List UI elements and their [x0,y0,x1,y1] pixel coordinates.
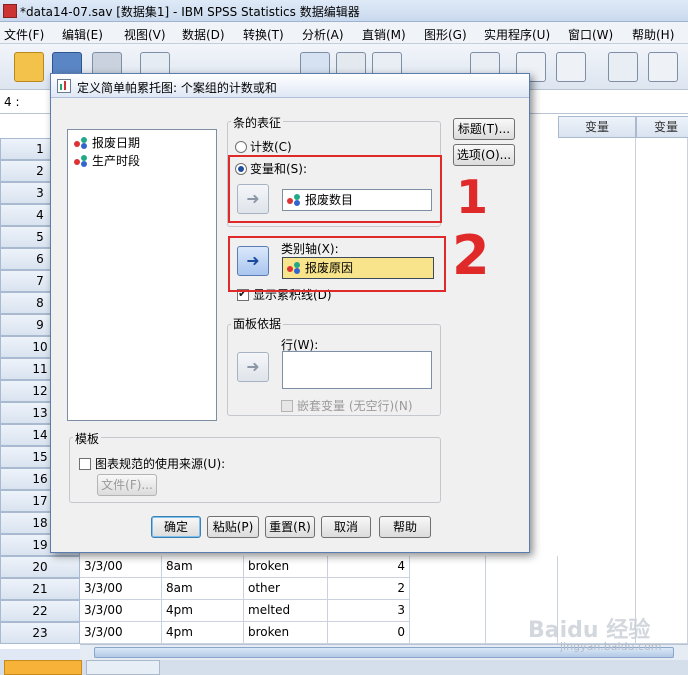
table-cell[interactable]: broken [244,556,328,578]
cancel-button[interactable]: 取消 [321,516,371,538]
table-cell[interactable]: melted [244,600,328,622]
reset-button[interactable]: 重置(R) [265,516,315,538]
table-cell[interactable]: 3/3/00 [80,578,162,600]
table-cell[interactable]: 4pm [162,600,244,622]
annotation-number: 1 [456,170,489,224]
split-file-icon[interactable] [556,52,586,82]
annotation-number: 2 [452,224,490,287]
ok-button[interactable]: 确定 [151,516,201,538]
annotation-box-1 [228,155,442,223]
move-arrow-button[interactable]: ➜ [237,352,269,382]
group-label: 面板依据 [231,315,284,332]
table-cell[interactable]: 3/3/00 [80,600,162,622]
open-folder-icon[interactable] [14,52,44,82]
empty-cell[interactable] [558,138,636,644]
menu-help[interactable]: 帮助(H) [632,26,674,43]
checkbox[interactable] [281,400,293,412]
nominal-variable-icon [74,137,88,149]
cell-reference: 4 : [4,95,20,109]
column-header[interactable]: 变量 [558,116,636,138]
tab-variable-view[interactable] [86,660,160,675]
weight-cases-icon[interactable] [648,52,678,82]
tab-data-view[interactable] [4,660,82,675]
watermark-url: jingyan.baidu.com [560,640,662,653]
empty-cell[interactable] [410,556,486,644]
table-cell[interactable]: 8am [162,556,244,578]
group-label: 模板 [73,430,102,447]
table-cell[interactable]: 3/3/00 [80,556,162,578]
list-item[interactable]: 生产时段 [74,152,140,169]
help-button[interactable]: 帮助 [379,516,431,538]
menu-utilities[interactable]: 实用程序(U) [484,26,550,43]
list-item[interactable]: 报废日期 [74,134,140,151]
sheet-tab-bar [0,660,688,675]
count-radio[interactable]: 计数(C) [235,138,292,155]
table-cell[interactable]: 8am [162,578,244,600]
spss-app-icon [3,4,17,18]
titles-button[interactable]: 标题(T)... [453,118,515,140]
file-button[interactable]: 文件(F)... [97,474,157,496]
dialog-title: 定义简单帕累托图: 个案组的计数或和 [77,81,277,95]
group-label: 条的表征 [231,114,284,131]
table-cell[interactable]: 4 [328,556,410,578]
dialog-title-bar: 定义简单帕累托图: 个案组的计数或和 [51,74,529,98]
chart-icon [57,79,71,93]
menu-view[interactable]: 视图(V) [124,26,166,43]
empty-cell[interactable] [636,138,688,644]
menu-file[interactable]: 文件(F) [4,26,44,43]
table-cell[interactable]: 0 [328,622,410,644]
table-cell[interactable]: 2 [328,578,410,600]
row-header[interactable]: 21 [0,578,80,600]
use-chart-spec-checkbox[interactable]: 图表规范的使用来源(U): [79,455,225,472]
row-header[interactable]: 22 [0,600,80,622]
menu-edit[interactable]: 编辑(E) [62,26,103,43]
value-labels-icon[interactable] [608,52,638,82]
window-title-bar: *data14-07.sav [数据集1] - IBM SPSS Statist… [0,0,688,22]
table-cell[interactable]: other [244,578,328,600]
row-header[interactable]: 23 [0,622,80,644]
radio-button[interactable] [235,141,247,153]
row-header[interactable]: 20 [0,556,80,578]
menu-data[interactable]: 数据(D) [182,26,225,43]
nest-variables-checkbox[interactable]: 嵌套变量 (无空行)(N) [281,397,413,414]
ordinal-variable-icon [74,155,88,167]
menu-bar: 文件(F) 编辑(E) 视图(V) 数据(D) 转换(T) 分析(A) 直销(M… [0,22,688,44]
column-header[interactable]: 变量 [636,116,688,138]
checkbox[interactable] [79,458,91,470]
variable-list[interactable]: 报废日期 生产时段 [67,129,217,421]
table-cell[interactable]: 3 [328,600,410,622]
menu-window[interactable]: 窗口(W) [568,26,613,43]
annotation-box-2 [228,236,446,292]
table-cell[interactable]: broken [244,622,328,644]
menu-graphs[interactable]: 图形(G) [424,26,467,43]
window-title: *data14-07.sav [数据集1] - IBM SPSS Statist… [20,5,360,19]
menu-transform[interactable]: 转换(T) [243,26,284,43]
options-button[interactable]: 选项(O)... [453,144,515,166]
pareto-dialog: 定义简单帕累托图: 个案组的计数或和 报废日期 生产时段 条的表征 计数(C) … [50,73,530,553]
menu-analyze[interactable]: 分析(A) [302,26,344,43]
paste-button[interactable]: 粘贴(P) [207,516,259,538]
rows-field[interactable] [282,351,432,389]
table-cell[interactable]: 3/3/00 [80,622,162,644]
table-cell[interactable]: 4pm [162,622,244,644]
menu-direct-marketing[interactable]: 直销(M) [362,26,406,43]
